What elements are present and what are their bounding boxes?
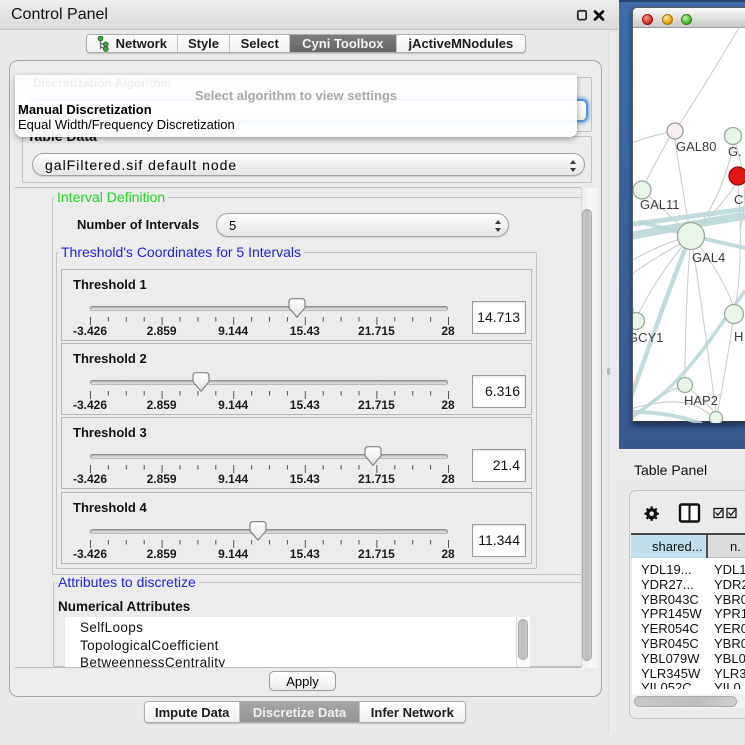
svg-text:C: C xyxy=(734,192,743,207)
svg-text:GAL80: GAL80 xyxy=(676,139,716,154)
svg-text:HAP2: HAP2 xyxy=(684,393,718,408)
svg-text:H: H xyxy=(734,329,743,344)
svg-text:GCY1: GCY1 xyxy=(633,330,663,345)
svg-text:GAL4: GAL4 xyxy=(692,250,725,265)
svg-text:GAL11: GAL11 xyxy=(640,197,680,212)
svg-text:G.: G. xyxy=(728,144,742,159)
